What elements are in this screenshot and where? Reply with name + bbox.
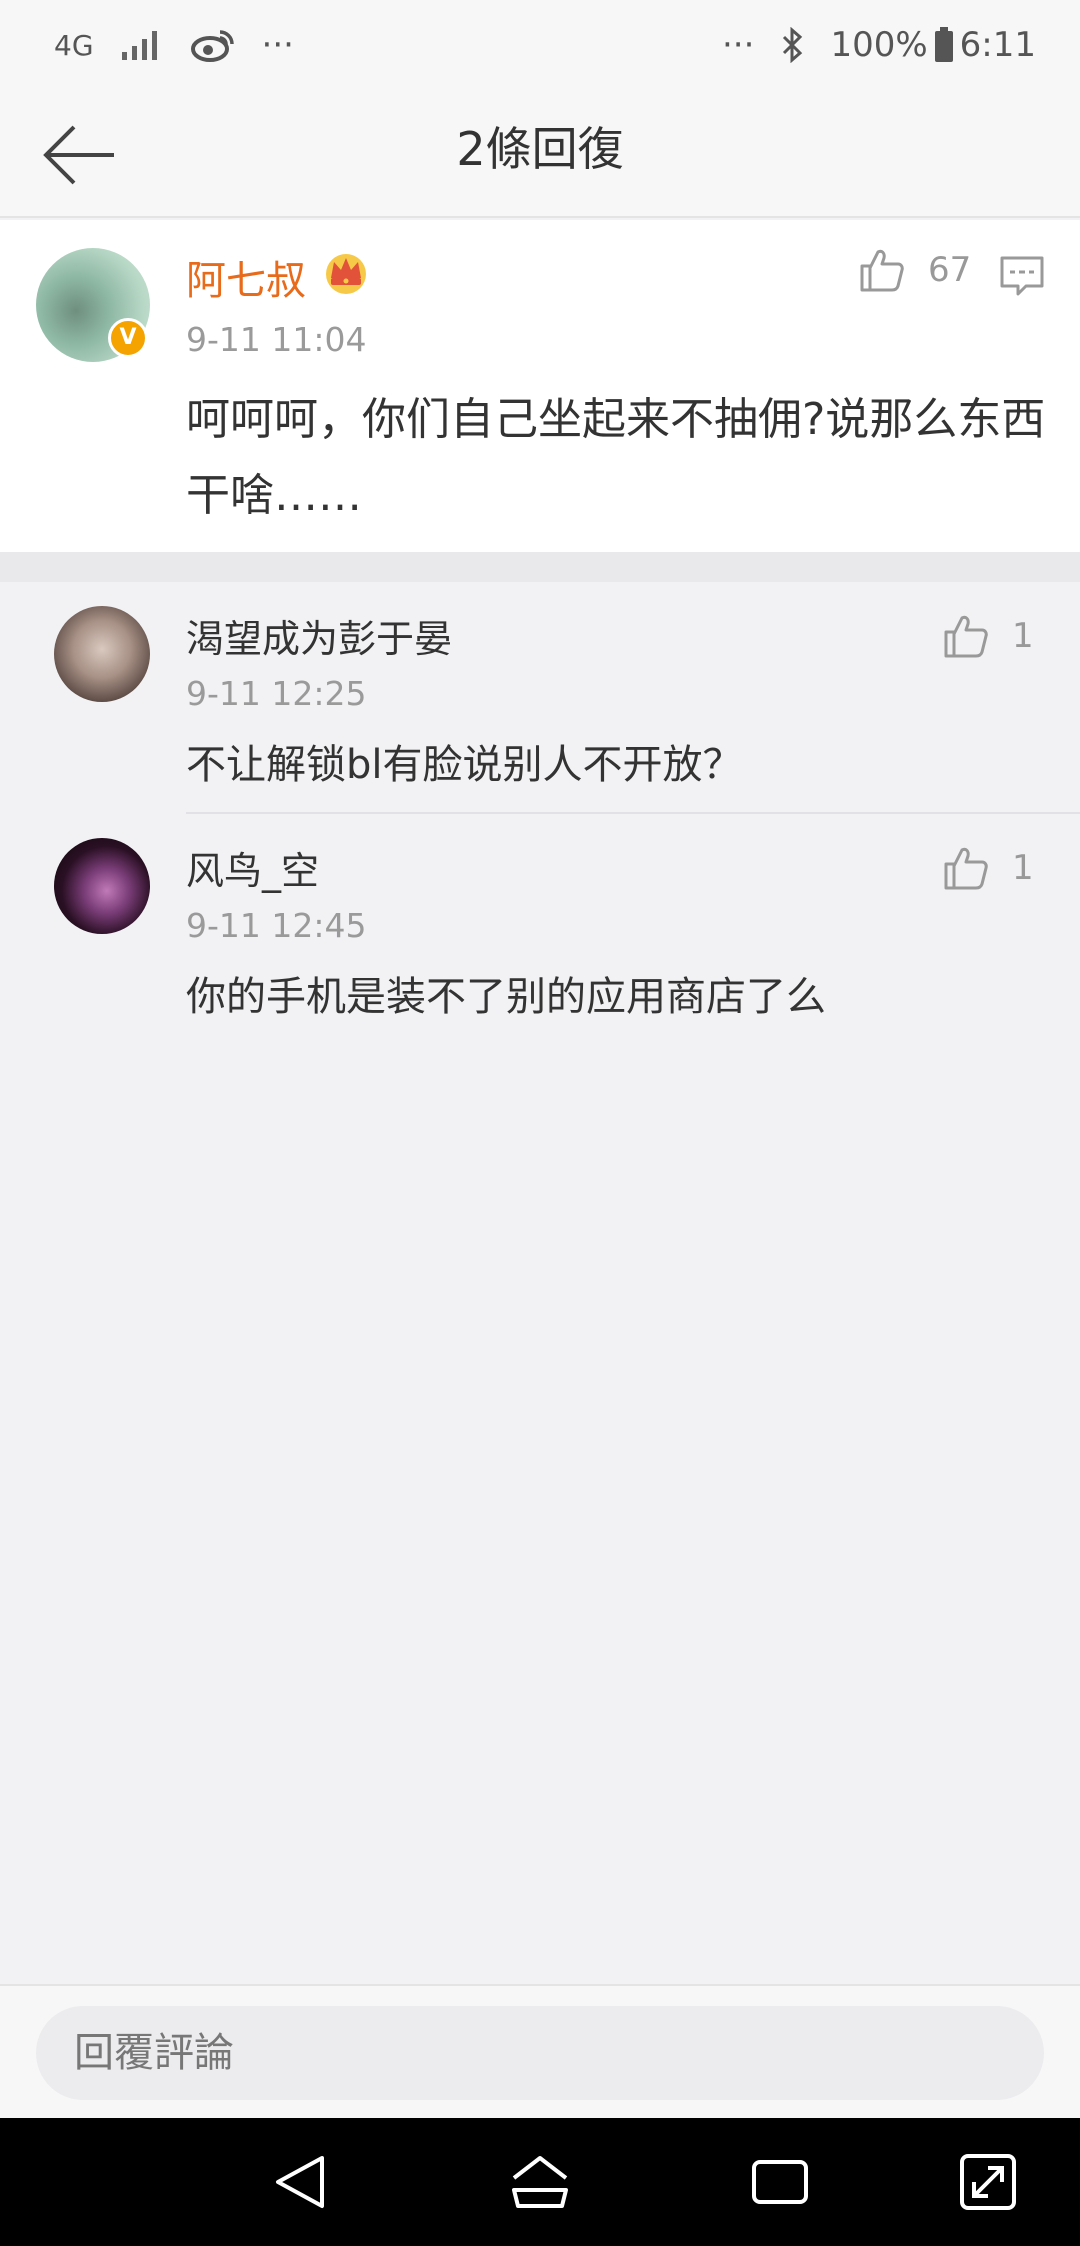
- reply-bar: [0, 1984, 1080, 2118]
- avatar[interactable]: [54, 606, 150, 702]
- avatar[interactable]: [54, 838, 150, 934]
- reply-time: 9-11 12:25: [186, 674, 367, 713]
- status-more: ···: [261, 25, 294, 65]
- reply-input[interactable]: [36, 2006, 1044, 2100]
- status-left: 4G ···: [54, 25, 294, 65]
- battery-percent: 100%: [830, 25, 928, 65]
- like-button[interactable]: 67: [858, 246, 971, 294]
- like-count: 1: [1012, 616, 1034, 656]
- verified-badge: V: [108, 318, 148, 358]
- reply-time: 9-11 12:45: [186, 906, 367, 945]
- weibo-icon: [190, 27, 236, 63]
- author-name[interactable]: 风鸟_空: [186, 840, 319, 895]
- comment-icon[interactable]: [998, 252, 1046, 300]
- like-button[interactable]: 1: [942, 612, 1034, 660]
- comment-text: 呵呵呵，你们自己坐起来不抽佣?说那么东西干啥……: [186, 394, 1046, 521]
- list-item: 渴望成为彭于晏 9-11 12:25 不让解锁bl有脸说别人不开放？ 1: [0, 582, 1080, 814]
- like-button[interactable]: 1: [942, 844, 1034, 892]
- network-type: 4G: [54, 28, 94, 62]
- comment-time: 9-11 11:04: [186, 320, 367, 359]
- status-bar: 4G ··· ··· 100% 6:11: [0, 0, 1080, 90]
- like-count: 67: [928, 250, 972, 290]
- main-comment: V 阿七叔 9-11 11:04 呵呵呵，你们自己坐起来不抽佣?说那么东西干啥……: [0, 220, 1080, 552]
- signal-icon: [120, 28, 164, 62]
- like-count: 1: [1012, 848, 1034, 888]
- status-more-right: ···: [722, 25, 755, 65]
- home-icon[interactable]: [508, 2150, 572, 2214]
- reply-text: 你的手机是装不了别的应用商店了么: [186, 974, 826, 1020]
- expand-icon[interactable]: [956, 2150, 1020, 2214]
- author-name[interactable]: 渴望成为彭于晏: [186, 608, 452, 663]
- clock: 6:11: [959, 25, 1036, 65]
- bluetooth-icon: [780, 27, 804, 63]
- thumb-up-icon: [944, 847, 988, 890]
- crown-icon: [326, 254, 366, 294]
- author-name[interactable]: 阿七叔: [186, 248, 306, 306]
- battery-icon: [934, 27, 954, 63]
- thumb-up-icon: [944, 615, 988, 658]
- section-divider: [0, 552, 1080, 582]
- page-title: 2條回復: [456, 122, 624, 176]
- status-right: ··· 100% 6:11: [722, 25, 1036, 65]
- recents-icon[interactable]: [748, 2150, 812, 2214]
- thumb-up-icon: [860, 249, 904, 292]
- system-nav-bar: [0, 2118, 1080, 2246]
- back-triangle-icon[interactable]: [268, 2150, 332, 2214]
- nav-bar: 2條回復: [0, 90, 1080, 218]
- reply-text: 不让解锁bl有脸说别人不开放？: [186, 742, 743, 788]
- list-item: 风鸟_空 9-11 12:45 你的手机是装不了别的应用商店了么 1: [0, 814, 1080, 1046]
